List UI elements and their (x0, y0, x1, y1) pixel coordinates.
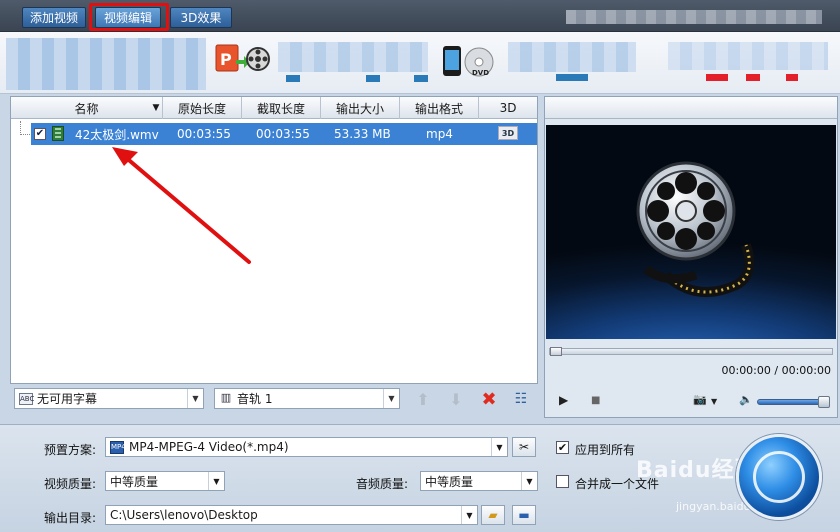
obscured-title (566, 10, 822, 24)
apply-all-label: 应用到所有 (575, 443, 636, 457)
merge-checkbox[interactable] (556, 475, 569, 488)
output-size: 53.33 MB (334, 127, 391, 141)
video-quality-select[interactable]: 中等质量 ▼ (105, 471, 225, 491)
banner-mark (414, 75, 428, 82)
preset-label: 预置方案: (44, 443, 97, 457)
annotation-highlight-box (89, 3, 169, 31)
audio-track-select[interactable]: ▥ 音轨 1 ▼ (214, 388, 400, 409)
seek-bar[interactable] (549, 347, 833, 356)
file-list-panel: 名称 ▼ 原始长度 截取长度 输出大小 输出格式 3D 42太极剑.wmv 00… (10, 96, 538, 384)
file-list-header: 名称 ▼ 原始长度 截取长度 输出大小 输出格式 3D (11, 97, 537, 119)
chevron-down-icon[interactable]: ▼ (187, 389, 203, 408)
open-folder-icon[interactable]: ▬ (512, 505, 536, 525)
preset-select[interactable]: MP4 MP4-MPEG-4 Video(*.mp4) ▼ (105, 437, 508, 457)
chevron-down-icon[interactable]: ▼ (491, 438, 507, 456)
banner-mark (706, 74, 728, 81)
obscured-logo (6, 38, 206, 90)
column-3d[interactable]: 3D (479, 97, 537, 119)
audio-quality-value: 中等质量 (425, 474, 474, 489)
audio-bars-icon: ▥ (220, 390, 232, 404)
column-output-size[interactable]: 输出大小 (321, 97, 400, 119)
obscured-banner-text-2 (508, 42, 636, 72)
banner-mark (746, 74, 760, 81)
obscured-banner-text-1 (278, 42, 428, 72)
3d-badge-icon[interactable]: 3D (498, 126, 518, 140)
convert-button[interactable] (736, 434, 822, 520)
output-dir-label: 输出目录: (44, 511, 97, 525)
subtitle-icon: ABC (19, 392, 35, 405)
preview-header (545, 97, 837, 119)
column-cut-length[interactable]: 截取长度 (242, 97, 321, 119)
convert-icon (753, 451, 805, 503)
preset-value: MP4-MPEG-4 Video(*.mp4) (129, 440, 289, 454)
video-file-icon (52, 126, 64, 141)
browse-folder-icon[interactable]: ▰ (481, 505, 505, 525)
banner-mark (366, 75, 380, 82)
delete-icon[interactable]: ✖ (478, 389, 500, 410)
banner-mark (556, 74, 588, 81)
volume-thumb[interactable] (818, 396, 830, 408)
cut-length: 00:03:55 (256, 127, 310, 141)
preview-panel: 00:00:00 / 00:00:00 ▶ ■ 📷 ▼ 🔈 (544, 96, 838, 418)
output-format: mp4 (426, 127, 453, 141)
svg-text:P: P (220, 50, 232, 69)
output-dir-value: C:\Users\lenovo\Desktop (110, 508, 258, 522)
3d-effect-button[interactable]: 3D效果 (170, 7, 232, 28)
apply-all-checkbox[interactable]: ✔ (556, 441, 569, 454)
add-video-button[interactable]: 添加视频 (22, 7, 86, 28)
settings-wrench-icon[interactable]: ✂ (512, 437, 536, 457)
film-reel-icon (636, 161, 755, 297)
volume-slider[interactable] (757, 396, 830, 408)
audio-track-value: 音轨 1 (237, 392, 273, 406)
subtitle-select[interactable]: ABC 无可用字幕 ▼ (14, 388, 204, 409)
audio-quality-select[interactable]: 中等质量 ▼ (420, 471, 538, 491)
table-row[interactable]: 42太极剑.wmv 00:03:55 00:03:55 53.33 MB mp4 (31, 123, 537, 145)
column-original-length[interactable]: 原始长度 (163, 97, 242, 119)
sort-dropdown-icon[interactable]: ▼ (149, 97, 163, 119)
audio-quality-label: 音频质量: (356, 477, 409, 491)
clear-list-icon[interactable]: ☷ (510, 389, 532, 409)
mp4-icon: MP4 (110, 440, 126, 454)
file-name: 42太极剑.wmv (75, 127, 159, 142)
chevron-down-icon[interactable]: ▼ (521, 472, 537, 490)
column-output-format[interactable]: 输出格式 (400, 97, 479, 119)
phone-dvd-icon[interactable]: DVD (441, 44, 497, 78)
camera-icon[interactable]: 📷 (693, 393, 707, 406)
preview-screen[interactable] (546, 125, 836, 339)
obscured-banner-text-3 (668, 42, 828, 70)
feature-banner (0, 32, 840, 94)
column-name[interactable]: 名称 (11, 97, 163, 119)
ppt-to-video-icon[interactable]: P (214, 42, 270, 76)
move-down-button[interactable]: ⬇ (445, 389, 467, 409)
svg-text:DVD: DVD (472, 69, 489, 77)
video-quality-value: 中等质量 (110, 474, 159, 489)
seek-thumb[interactable] (550, 347, 562, 356)
chevron-down-icon[interactable]: ▼ (208, 472, 224, 490)
volume-icon[interactable]: 🔈 (739, 393, 753, 406)
row-checkbox[interactable]: ✔ (34, 128, 46, 140)
chevron-down-icon[interactable]: ▼ (383, 389, 399, 408)
output-dir-field[interactable]: C:\Users\lenovo\Desktop ▼ (105, 505, 478, 525)
original-length: 00:03:55 (177, 127, 231, 141)
list-controls: ABC 无可用字幕 ▼ ▥ 音轨 1 ▼ ⬆ ⬇ ✖ ☷ (10, 388, 538, 412)
stop-icon[interactable]: ■ (591, 395, 600, 406)
banner-mark (786, 74, 798, 81)
play-icon[interactable]: ▶ (559, 393, 568, 407)
subtitle-select-value: 无可用字幕 (37, 392, 98, 406)
move-up-button[interactable]: ⬆ (412, 389, 434, 409)
camera-dropdown-icon[interactable]: ▼ (711, 397, 717, 406)
timecode: 00:00:00 / 00:00:00 (721, 364, 831, 377)
banner-mark (286, 75, 300, 82)
video-quality-label: 视频质量: (44, 477, 97, 491)
chevron-down-icon[interactable]: ▼ (461, 506, 477, 524)
